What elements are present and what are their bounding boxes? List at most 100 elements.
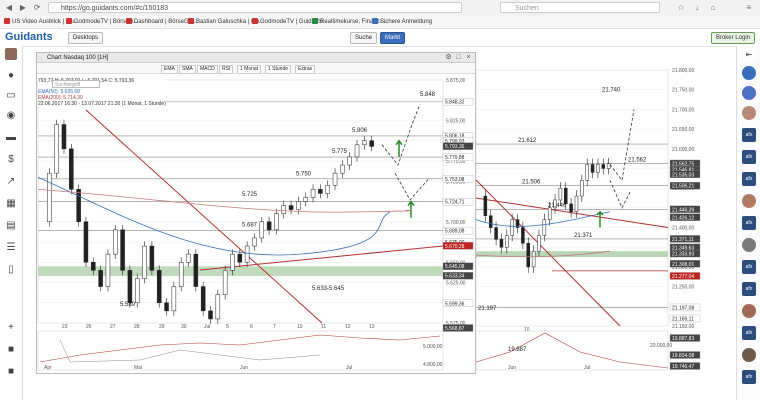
candle-body [61,124,67,150]
level-annotation: 21.506 [522,179,541,185]
candle-body [281,205,287,214]
candle-body [252,237,257,247]
candle-body [69,148,74,190]
candle-body [547,207,552,220]
candle-body [127,270,133,304]
price-label: 5.753,08 [445,177,465,183]
candle-body [105,253,111,287]
price-label: 5.848,32 [445,100,465,106]
price-label: 5.689,08 [445,229,465,235]
x-tick-label: Jul [204,324,210,330]
y-tick-label: 21.250,00 [672,285,694,291]
y-tick-label: 21.400,00 [672,226,694,232]
candle-body [230,253,235,271]
candle-body [590,164,595,173]
candle-body [596,164,600,173]
price-label: 5.568,87 [445,326,465,332]
x-tick-label: 5 [226,324,229,330]
candle-body [296,201,301,210]
level-annotation: 5.633-5.645 [312,286,345,292]
x-tick-label: 11 [321,324,326,330]
x-tick-label: 13 [369,324,375,330]
candle-body [120,229,125,271]
x-tick-label: Jul [584,365,590,371]
candle-body [340,164,345,174]
price-label: 5.724,71 [445,200,465,206]
y-tick-label: 5.625,00 [446,281,466,287]
candle-body [494,227,498,240]
level-annotation: 21.371 [574,233,593,239]
candle-body [574,195,579,213]
candle-body [164,302,169,312]
chart-canvas[interactable]: 5.875,005.850,005.825,005.800,005.775,00… [0,0,760,400]
candle-body [274,213,279,231]
candle-body [606,163,611,169]
x-tick-label: 29 [159,324,165,330]
candle-body [325,185,330,194]
price-label: 21.277,04 [672,274,694,280]
candle-body [318,189,323,194]
candle-body [91,262,96,271]
legend-line: 22.06.2017 16:30 - 13.07.2017 21:30 (1 M… [38,101,166,107]
price-label: 5.645,08 [445,264,465,270]
price-label: 21.535,03 [672,172,694,178]
candle-body [483,195,488,216]
price-label: 5.670,28 [445,244,465,250]
level-annotation: 5.589 [120,302,136,308]
x-tick-label: Jul [346,365,352,371]
price-label: 19.834,08 [672,353,694,359]
candle-body [193,253,199,287]
price-label: 21.197,08 [672,305,694,311]
y-tick-label: 4.800,00 [423,362,443,368]
candle-body [76,189,81,223]
candle-body [134,278,140,304]
y-tick-label: 20.000,00 [650,343,672,349]
level-annotation: 5.750 [296,172,312,178]
candle-body [558,187,563,201]
candle-body [288,205,294,210]
x-tick-label: 27 [110,324,116,330]
candle-body [47,172,52,222]
y-tick-label: 21.600,00 [672,147,694,153]
candle-body [354,144,360,158]
candle-body [531,250,536,268]
candle-body [156,270,162,304]
candle-body [98,270,103,287]
y-tick-label: 21.750,00 [672,88,694,94]
candle-body [149,245,155,271]
candle-body [171,286,177,312]
price-label: 19.887,83 [672,336,694,342]
price-label: 21.426,12 [672,215,694,221]
candle-body [208,310,213,320]
candle-body [266,221,272,231]
price-label: 21.169,11 [672,316,694,322]
level-annotation: 21.562 [628,157,647,163]
candle-body [521,227,525,244]
candle-body [237,253,243,263]
candle-body [542,219,547,236]
level-annotation: 5.848 [420,92,436,98]
x-tick-label: 30 [181,324,187,330]
x-tick-label: Apr [44,365,52,371]
x-tick-label: 12 [345,324,351,330]
x-tick-label: 7 [273,324,276,330]
price-label: 21.333,93 [672,252,694,258]
x-tick-label: Jun [240,365,248,371]
candle-body [537,235,541,252]
candle-body [526,243,530,268]
level-annotation: 21.446 [548,203,567,209]
x-tick-label: 28 [134,324,140,330]
level-annotation: 21.740 [602,88,621,94]
symbol-search-input[interactable]: Suchbegriff [52,80,100,88]
candle-body [510,219,514,236]
y-tick-label: 5.700,00 [446,220,466,226]
candle-body [244,245,250,263]
price-label: 5.599,36 [445,301,465,307]
y-tick-label: 21.150,00 [672,324,694,330]
price-label: 19.746,47 [672,364,694,370]
candle-body [54,124,59,174]
candle-body [499,239,504,248]
x-tick-label: 23 [62,324,68,330]
level-annotation: 5.806 [352,128,368,134]
candle-body [347,156,352,166]
